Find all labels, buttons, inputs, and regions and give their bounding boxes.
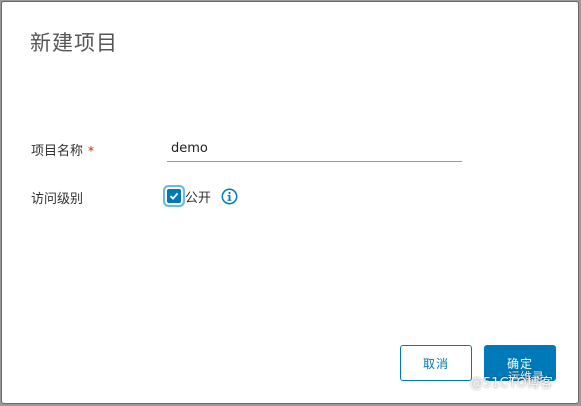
checkmark-icon [169, 192, 179, 200]
public-checkbox-label[interactable]: 公开 [185, 187, 211, 206]
project-name-label: 项目名称 * [31, 140, 94, 159]
public-checkbox-row: 公开 [165, 186, 238, 206]
access-level-label: 访问级别 [31, 192, 84, 207]
project-name-input[interactable] [167, 137, 466, 160]
dialog-title: 新建项目 [30, 31, 118, 55]
watermark: @51CTO博客 [470, 376, 553, 391]
new-project-dialog: 新建项目 项目名称* 访问级别 公开 取消 确定 [1, 1, 579, 404]
project-name-label-text: 项目名称 [31, 144, 84, 159]
public-checkbox[interactable] [167, 189, 181, 203]
required-mark: * [88, 144, 95, 158]
cancel-button[interactable]: 取消 [400, 345, 472, 381]
project-name-field-wrap [167, 137, 466, 162]
info-circle-icon[interactable] [221, 188, 238, 205]
